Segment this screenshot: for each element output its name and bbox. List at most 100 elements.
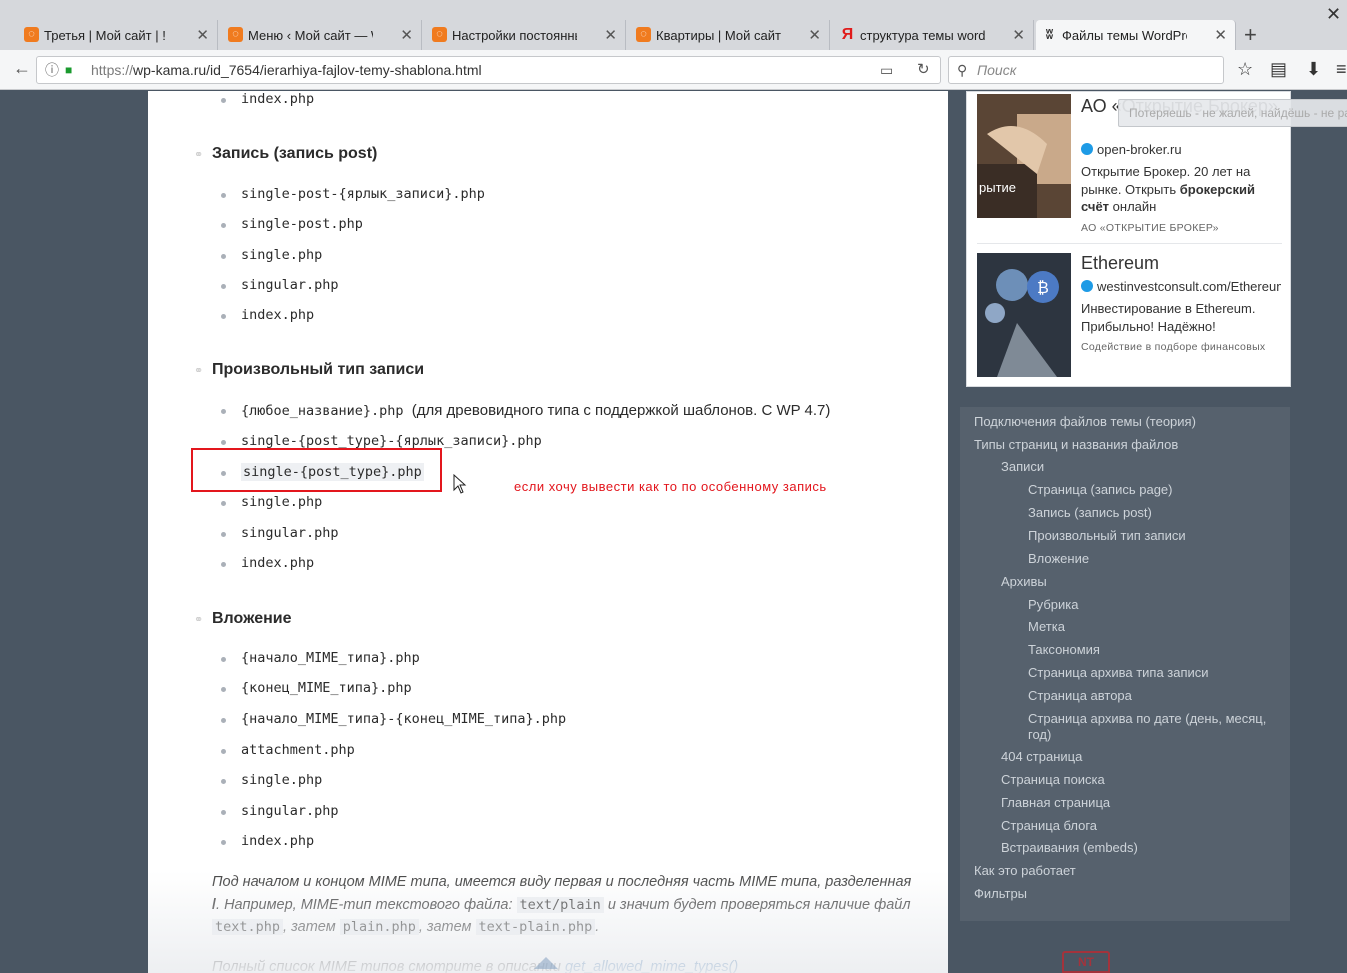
search-input[interactable]: ⚲ Поиск: [948, 56, 1224, 84]
ad-text: Инвестирование в Ethereum. Прибыльно! На…: [1081, 301, 1256, 334]
toc-item[interactable]: Запись (запись post): [1028, 505, 1152, 520]
bookmark-star-icon[interactable]: ☆: [1237, 59, 1253, 80]
ad-image: ₿: [977, 253, 1071, 377]
paragraph-text: .: [595, 919, 600, 935]
wordpress-icon: ʬ: [1045, 26, 1054, 42]
list-item: singular.php: [221, 277, 339, 293]
address-bar[interactable]: ⓘ ■ https://wp-kama.ru/id_7654/ierarhiya…: [36, 56, 941, 84]
paragraph-text: , затем: [283, 919, 340, 935]
site-favicon-icon: ◌: [24, 27, 39, 42]
list-item: singular.php: [221, 803, 339, 819]
browser-tab[interactable]: ◌ Третья | Мой сайт | ! ✕: [18, 20, 218, 50]
close-tab-icon[interactable]: ✕: [1214, 26, 1227, 44]
ad-title[interactable]: Ethereum: [1081, 253, 1281, 274]
browser-tab[interactable]: ◌ Квартиры | Мой сайт | ! ✕: [630, 20, 830, 50]
anchor-link-icon[interactable]: ⚭: [194, 364, 203, 377]
code-text: {любое_название}.php: [241, 403, 404, 419]
toc-item[interactable]: Страница автора: [1028, 688, 1132, 703]
library-icon[interactable]: ▤: [1270, 59, 1287, 80]
annotation-note: если хочу вывести как то по особенному з…: [514, 479, 827, 494]
scroll-up-icon[interactable]: [534, 957, 558, 969]
toc-item[interactable]: Метка: [1028, 619, 1065, 634]
reload-icon[interactable]: ↻: [917, 57, 930, 83]
anchor-link-icon[interactable]: ⚭: [194, 148, 203, 161]
info-icon[interactable]: ⓘ: [45, 57, 59, 83]
navigation-bar: ← ⓘ ■ https://wp-kama.ru/id_7654/ierarhi…: [0, 50, 1347, 90]
ad-text-part: онлайн: [1109, 199, 1157, 214]
close-tab-icon[interactable]: ✕: [400, 26, 413, 44]
function-link[interactable]: get_allowed_mime_types(): [565, 959, 738, 973]
info-icon: [1081, 143, 1093, 155]
close-tab-icon[interactable]: ✕: [604, 26, 617, 44]
toc-item[interactable]: Страница (запись page): [1028, 482, 1173, 497]
toc-item[interactable]: Вложение: [1028, 551, 1089, 566]
section-heading-text: Запись (запись post): [212, 145, 378, 162]
tab-title: Файлы темы WordPress (шаблона): [1062, 27, 1187, 43]
list-item: index.php: [220, 91, 315, 107]
url-text: wp-kama.ru/id_7654/ierarhiya-fajlov-temy…: [133, 62, 482, 78]
toc-item[interactable]: Главная страница: [1001, 795, 1110, 810]
section-heading: ⚭ Произвольный тип записи: [194, 361, 425, 379]
toc-item[interactable]: Фильтры: [974, 886, 1027, 901]
section-heading: ⚭ Вложение: [194, 610, 292, 628]
reader-view-icon[interactable]: ▭: [880, 57, 893, 83]
ad-domain-text: open-broker.ru: [1097, 142, 1182, 157]
close-tab-icon[interactable]: ✕: [196, 26, 209, 44]
tab-title: Настройки постоянных ссылок: [452, 27, 577, 43]
ad-block: рытие АО «Открытие Брокер» open-broker.r…: [966, 91, 1291, 387]
toc-item[interactable]: Произвольный тип записи: [1028, 528, 1186, 543]
ad-item[interactable]: ₿ Ethereum westinvestconsult.com/Ethereu…: [977, 253, 1282, 379]
ad-domain-text: westinvestconsult.com/Ethereum: [1097, 279, 1281, 294]
toc-item[interactable]: Страница архива по дате (день, месяц, го…: [1028, 711, 1283, 742]
inline-code: plain.php: [339, 919, 419, 935]
list-item: single.php: [220, 247, 323, 263]
list-item: index.php: [220, 833, 315, 849]
ad-source: АО «ОТКРЫТИЕ БРОКЕР»: [1081, 222, 1219, 234]
close-tab-icon[interactable]: ✕: [808, 26, 821, 44]
site-favicon-icon: ◌: [228, 27, 243, 42]
url-protocol: https://: [91, 62, 134, 78]
toc-item[interactable]: Архивы: [1001, 574, 1047, 589]
toc-item[interactable]: Страница архива типа записи: [1028, 665, 1209, 680]
toc-item[interactable]: Рубрика: [1028, 597, 1078, 612]
inline-code: text/plain: [516, 896, 604, 913]
tab-title: Третья | Мой сайт | !: [44, 27, 166, 43]
back-arrow-icon[interactable]: ←: [10, 58, 34, 82]
toc-item[interactable]: Подключения файлов темы (теория): [974, 414, 1196, 429]
section-heading: ⚭ Запись (запись post): [194, 145, 378, 163]
close-window-icon[interactable]: ✕: [1326, 4, 1341, 25]
yandex-icon: Я: [841, 26, 854, 43]
download-icon[interactable]: ⬇: [1306, 59, 1321, 80]
browser-tab[interactable]: Я структура темы wordpress ✕: [834, 20, 1034, 50]
toc-item[interactable]: Встраивания (embeds): [1001, 840, 1138, 855]
anchor-link-icon[interactable]: ⚭: [194, 613, 203, 626]
web-page: index.php ⚭ Запись (запись post) single-…: [0, 91, 1347, 973]
list-item: single-post.php: [221, 216, 363, 232]
list-item: index.php: [220, 555, 315, 571]
menu-icon[interactable]: ≡: [1336, 59, 1347, 80]
ad-domain[interactable]: open-broker.ru: [1081, 142, 1281, 157]
mime-paragraph: Под началом и концом MIME типа, имеется …: [212, 871, 917, 939]
tab-bar: ◌ Третья | Мой сайт | ! ✕ ◌ Меню ‹ Мой с…: [0, 0, 1347, 50]
new-tab-icon[interactable]: +: [1244, 22, 1257, 48]
toc-item[interactable]: Страница поиска: [1001, 772, 1105, 787]
close-tab-icon[interactable]: ✕: [1012, 26, 1025, 44]
toc-item[interactable]: Как это работает: [974, 863, 1076, 878]
mouse-cursor-icon: [453, 474, 467, 494]
ad-domain[interactable]: westinvestconsult.com/Ethereum: [1081, 279, 1281, 294]
toc-item[interactable]: Таксономия: [1028, 642, 1100, 657]
browser-tab[interactable]: ◌ Меню ‹ Мой сайт — WordPress ✕: [222, 20, 422, 50]
browser-tab-active[interactable]: ʬ Файлы темы WordPress (шаблона) ✕: [1036, 20, 1236, 50]
paragraph-text: и значит будет проверяться наличие файл: [603, 896, 911, 913]
toc-item[interactable]: Страница блога: [1001, 818, 1097, 833]
mime-list-paragraph: Полный список MIME типов смотрите в опис…: [212, 959, 738, 973]
browser-tab[interactable]: ◌ Настройки постоянных ссылок ✕: [426, 20, 626, 50]
paragraph-text: , затем: [418, 919, 476, 935]
ad-divider: [977, 243, 1282, 244]
toc-item[interactable]: Записи: [1001, 459, 1044, 474]
toc-item[interactable]: 404 страница: [1001, 749, 1082, 764]
toc-item[interactable]: Типы страниц и названия файлов: [974, 437, 1178, 452]
paragraph-text: . Например, MIME-тип текстового файла:: [216, 896, 517, 913]
section-heading-text: Произвольный тип записи: [212, 361, 425, 378]
site-logo[interactable]: NT: [1062, 951, 1110, 973]
